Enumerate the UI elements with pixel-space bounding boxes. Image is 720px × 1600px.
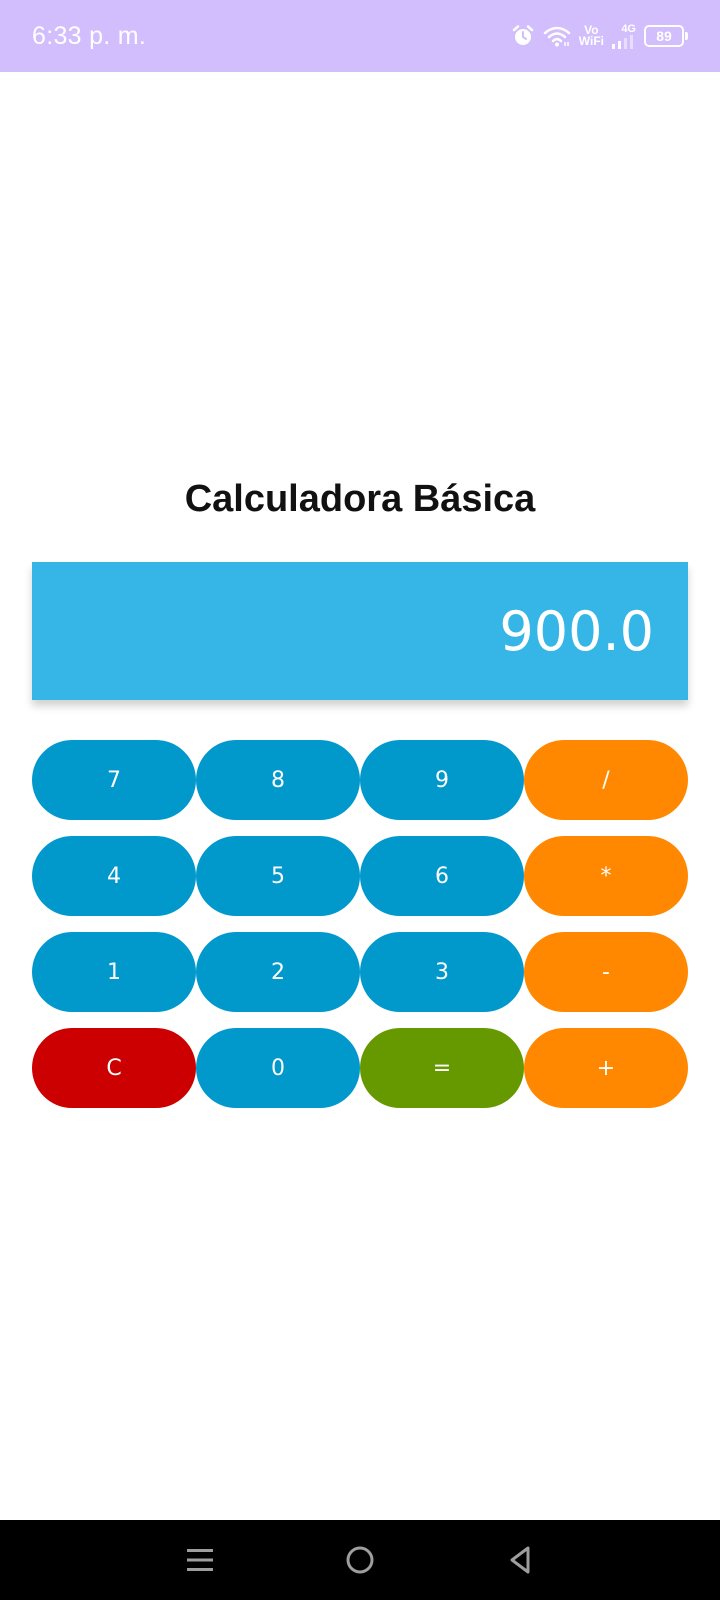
key-0[interactable]: 0	[196, 1028, 360, 1108]
key-2[interactable]: 2	[196, 932, 360, 1012]
alarm-icon	[511, 24, 535, 48]
navigation-bar	[0, 1520, 720, 1600]
home-icon[interactable]	[330, 1530, 390, 1590]
vowifi-indicator: Vo WiFi	[578, 23, 604, 48]
equals-button[interactable]: =	[360, 1028, 524, 1108]
key-4[interactable]: 4	[32, 836, 196, 916]
key-8[interactable]: 8	[196, 740, 360, 820]
key-5[interactable]: 5	[196, 836, 360, 916]
keypad: 7 8 9 / 4 5 6 * 1 2 3 - C 0 = +	[32, 740, 688, 1108]
key-3[interactable]: 3	[360, 932, 524, 1012]
clear-button[interactable]: C	[32, 1028, 196, 1108]
network-type: 4G	[621, 22, 636, 35]
battery-icon: 89	[644, 25, 688, 47]
status-time: 6:33 p. m.	[32, 21, 147, 50]
key-1[interactable]: 1	[32, 932, 196, 1012]
signal-icon	[612, 34, 633, 49]
display-value: 900.0	[499, 599, 654, 663]
calculator-display: 900.0	[32, 562, 688, 700]
back-icon[interactable]	[490, 1530, 550, 1590]
subtract-button[interactable]: -	[524, 932, 688, 1012]
key-9[interactable]: 9	[360, 740, 524, 820]
status-bar: 6:33 p. m. Vo WiFi 4G 89	[0, 0, 720, 72]
key-6[interactable]: 6	[360, 836, 524, 916]
key-7[interactable]: 7	[32, 740, 196, 820]
add-button[interactable]: +	[524, 1028, 688, 1108]
menu-icon[interactable]	[170, 1530, 230, 1590]
wifi-icon	[543, 24, 571, 48]
multiply-button[interactable]: *	[524, 836, 688, 916]
signal-indicator: 4G	[612, 22, 636, 49]
battery-level: 89	[644, 25, 684, 47]
divide-button[interactable]: /	[524, 740, 688, 820]
status-icons: Vo WiFi 4G 89	[511, 22, 688, 49]
page-title: Calculadora Básica	[184, 478, 536, 520]
